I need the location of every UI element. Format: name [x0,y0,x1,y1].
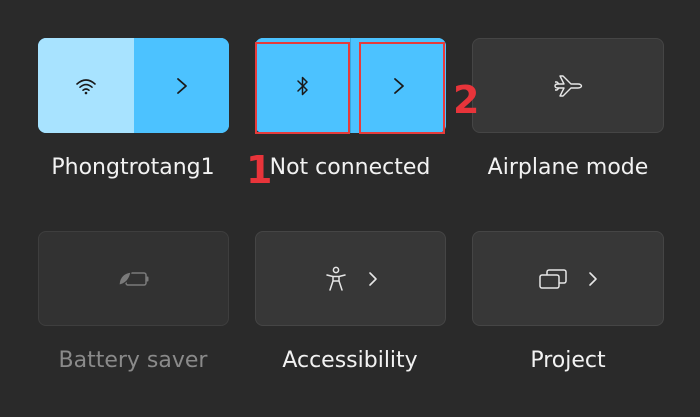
chevron-right-icon [176,77,187,94]
callout-number-2: 2 [453,78,480,122]
airplane-mode-tile[interactable] [472,38,664,133]
wifi-toggle-button[interactable] [38,38,134,133]
bluetooth-expand-button[interactable] [351,38,446,133]
bluetooth-icon [296,76,308,95]
battery-saver-label: Battery saver [58,348,208,373]
wifi-expand-button[interactable] [134,38,229,133]
chevron-right-icon [589,271,597,286]
airplane-icon [554,74,583,97]
callout-number-1: 1 [246,148,273,192]
wifi-label: Phongtrotang1 [51,155,215,180]
bluetooth-toggle-button[interactable] [255,38,351,133]
airplane-mode-label: Airplane mode [487,155,649,180]
battery-saver-icon [117,270,148,287]
bluetooth-tile [255,38,446,133]
battery-saver-tile [38,231,229,326]
wifi-icon [76,78,96,94]
project-label: Project [530,348,606,373]
quick-settings-panel: Phongtrotang1 Not connected Airplane mod… [0,0,700,417]
project-icon [539,268,567,289]
accessibility-tile[interactable] [255,231,446,326]
project-tile[interactable] [472,231,664,326]
wifi-tile [38,38,229,133]
accessibility-icon [325,266,346,291]
chevron-right-icon [393,77,404,94]
chevron-right-icon [368,271,377,286]
accessibility-label: Accessibility [282,348,418,373]
